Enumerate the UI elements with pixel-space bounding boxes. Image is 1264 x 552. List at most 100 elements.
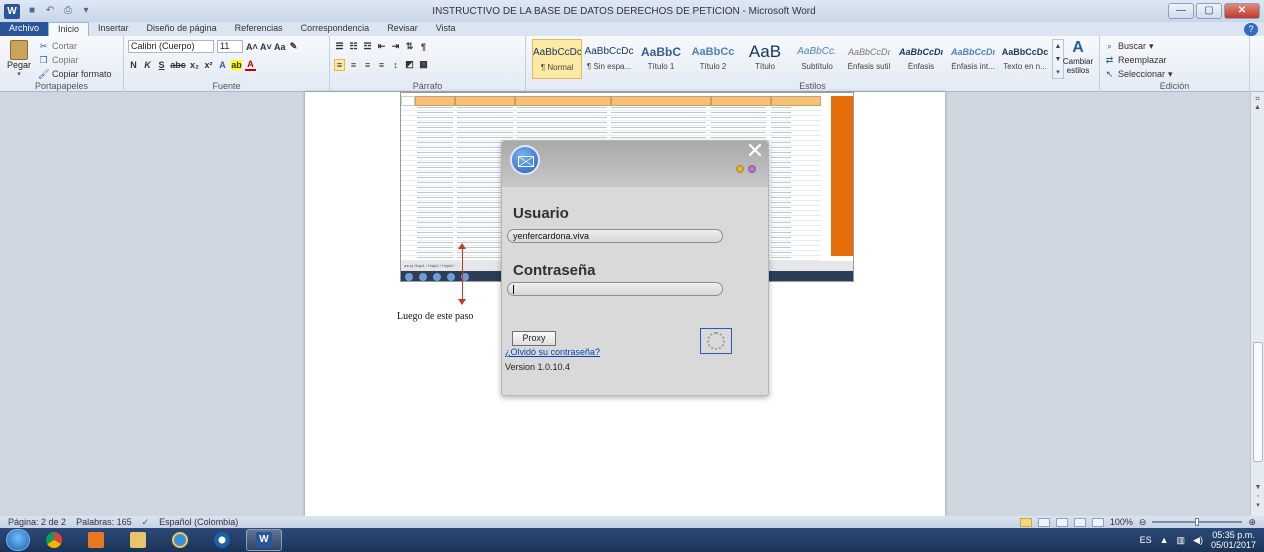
style-texto-en-negrita[interactable]: AaBbCcDc Texto en n... [1000, 39, 1050, 79]
tab-insertar[interactable]: Insertar [89, 22, 138, 36]
help-icon[interactable]: ? [1244, 23, 1258, 36]
change-styles-button[interactable]: A Cambiar estilos [1058, 39, 1098, 75]
clock[interactable]: 05:35 p.m. 05/01/2017 [1211, 530, 1256, 550]
find-button[interactable]: ⌕ Buscar ▾ [1104, 39, 1245, 53]
style-enfasis-intenso[interactable]: AaBbCcDı Énfasis int... [948, 39, 998, 79]
scroll-down-icon[interactable]: ▼ ◦ ▾ [1251, 483, 1264, 510]
taskbar-chrome[interactable] [36, 529, 72, 551]
style-enfasis-sutil[interactable]: AaBbCcDı Énfasis sutil [844, 39, 894, 79]
highlight-icon[interactable]: ab [231, 59, 242, 70]
word-count[interactable]: Palabras: 165 [76, 517, 132, 527]
style-titulo[interactable]: AaB Título [740, 39, 790, 79]
volume-icon[interactable]: ◀) [1193, 535, 1203, 546]
tab-vista[interactable]: Vista [427, 22, 465, 36]
multilevel-list-icon[interactable]: ☲ [362, 41, 373, 52]
view-print-layout-icon[interactable] [1019, 517, 1032, 527]
taskbar-outlook[interactable] [78, 529, 114, 551]
select-button[interactable]: ↖ Seleccionar ▾ [1104, 67, 1245, 81]
vertical-scrollbar[interactable]: ⌗ ▲ ▼ ◦ ▾ [1250, 92, 1264, 516]
customize-qat-icon[interactable]: ▾ [80, 5, 92, 17]
style-normal[interactable]: AaBbCcDc ¶ Normal [532, 39, 582, 79]
zoom-thumb[interactable] [1195, 518, 1200, 526]
tab-correspondencia[interactable]: Correspondencia [292, 22, 379, 36]
superscript-icon[interactable]: x² [203, 60, 214, 70]
zoom-slider[interactable] [1152, 518, 1243, 526]
cut-button[interactable]: ✂ Cortar [38, 39, 112, 53]
zoom-in-icon[interactable]: ⊕ [1248, 517, 1256, 528]
italic-icon[interactable]: K [142, 60, 153, 70]
pilcrow-icon[interactable]: ¶ [418, 42, 429, 52]
language-tray[interactable]: ES [1140, 535, 1152, 545]
taskbar-word[interactable]: W [246, 529, 282, 551]
username-input[interactable]: yenfercardona.viva [507, 229, 723, 243]
shrink-font-icon[interactable]: A˅ [260, 42, 272, 52]
network-icon[interactable]: ▥ [1177, 535, 1186, 546]
justify-icon[interactable]: ≡ [376, 60, 387, 70]
password-input[interactable] [507, 282, 723, 296]
tab-inicio[interactable]: Inicio [48, 22, 90, 36]
proxy-button[interactable]: Proxy [512, 331, 556, 346]
word-logo-icon[interactable]: W [4, 3, 20, 19]
numbering-icon[interactable]: ☷ [348, 41, 359, 52]
language-indicator[interactable]: Español (Colombia) [159, 517, 238, 527]
font-name-combo[interactable]: Calibri (Cuerpo) [128, 40, 214, 53]
text-effects-icon[interactable]: A [217, 60, 228, 70]
page-count[interactable]: Página: 2 de 2 [8, 517, 66, 527]
bullets-icon[interactable]: ☰ [334, 41, 345, 52]
style-enfasis[interactable]: AaBbCcDı Énfasis [896, 39, 946, 79]
style-titulo-2[interactable]: AaBbCc Título 2 [688, 39, 738, 79]
login-submit-button[interactable] [700, 328, 732, 354]
proofing-icon[interactable]: ✓ [142, 517, 150, 528]
align-left-icon[interactable]: ≡ [334, 58, 345, 71]
taskbar-messenger[interactable] [204, 529, 240, 551]
clear-format-icon[interactable]: ✎ [288, 41, 299, 52]
view-web-layout-icon[interactable] [1055, 517, 1068, 527]
borders-icon[interactable]: ▦ [418, 59, 429, 70]
print-preview-icon[interactable]: ⎙ [62, 5, 74, 17]
decrease-indent-icon[interactable]: ⇤ [376, 41, 387, 52]
forgot-password-link[interactable]: ¿Olvidó su contraseña? [505, 347, 600, 357]
font-color-icon[interactable]: A [245, 59, 256, 71]
line-spacing-icon[interactable]: ↕ [390, 60, 401, 70]
close-button[interactable]: ✕ [1224, 3, 1260, 19]
style-sin-espaciado[interactable]: AaBbCcDc ¶ Sin espa... [584, 39, 634, 79]
format-painter-button[interactable]: 🖌 Copiar formato [38, 67, 112, 81]
style-titulo-1[interactable]: AaBbC Título 1 [636, 39, 686, 79]
taskbar-ie[interactable] [162, 529, 198, 551]
increase-indent-icon[interactable]: ⇥ [390, 41, 401, 52]
scroll-up-icon[interactable]: ▲ [1251, 104, 1264, 111]
view-full-screen-icon[interactable] [1037, 517, 1050, 527]
underline-icon[interactable]: S [156, 60, 167, 70]
dialog-close-icon[interactable]: ✕ [745, 140, 765, 162]
maximize-button[interactable]: ▢ [1196, 3, 1222, 19]
tab-revisar[interactable]: Revisar [378, 22, 427, 36]
scroll-thumb[interactable] [1253, 342, 1263, 462]
tab-referencias[interactable]: Referencias [226, 22, 292, 36]
view-draft-icon[interactable] [1091, 517, 1104, 527]
subscript-icon[interactable]: x₂ [189, 60, 200, 70]
bold-icon[interactable]: N [128, 60, 139, 70]
undo-icon[interactable]: ↶ [44, 5, 56, 17]
tab-archivo[interactable]: Archivo [0, 22, 49, 36]
paste-dropdown-icon[interactable]: ▾ [6, 70, 32, 78]
replace-button[interactable]: ⇄ Reemplazar [1104, 53, 1245, 67]
align-center-icon[interactable]: ≡ [348, 60, 359, 70]
shading-icon[interactable]: ◩ [404, 59, 415, 70]
tab-diseno-de-pagina[interactable]: Diseño de página [138, 22, 226, 36]
tray-expand-icon[interactable]: ▲ [1160, 535, 1169, 545]
settings-icon[interactable] [748, 165, 756, 173]
grow-font-icon[interactable]: A˄ [246, 42, 258, 52]
taskbar-explorer[interactable] [120, 529, 156, 551]
save-icon[interactable]: ■ [26, 5, 38, 17]
ruler-toggle-icon[interactable]: ⌗ [1251, 94, 1264, 104]
minimize-button[interactable]: — [1168, 3, 1194, 19]
strikethrough-icon[interactable]: abc [170, 60, 186, 70]
change-case-icon[interactable]: Aa [274, 42, 286, 52]
zoom-level[interactable]: 100% [1110, 517, 1133, 527]
font-size-combo[interactable]: 11 [217, 40, 243, 53]
start-button[interactable] [6, 529, 30, 551]
style-subtitulo[interactable]: AaBbCc. Subtítulo [792, 39, 842, 79]
status-icon[interactable] [736, 165, 744, 173]
align-right-icon[interactable]: ≡ [362, 60, 373, 70]
sort-icon[interactable]: ⇅ [404, 41, 415, 52]
